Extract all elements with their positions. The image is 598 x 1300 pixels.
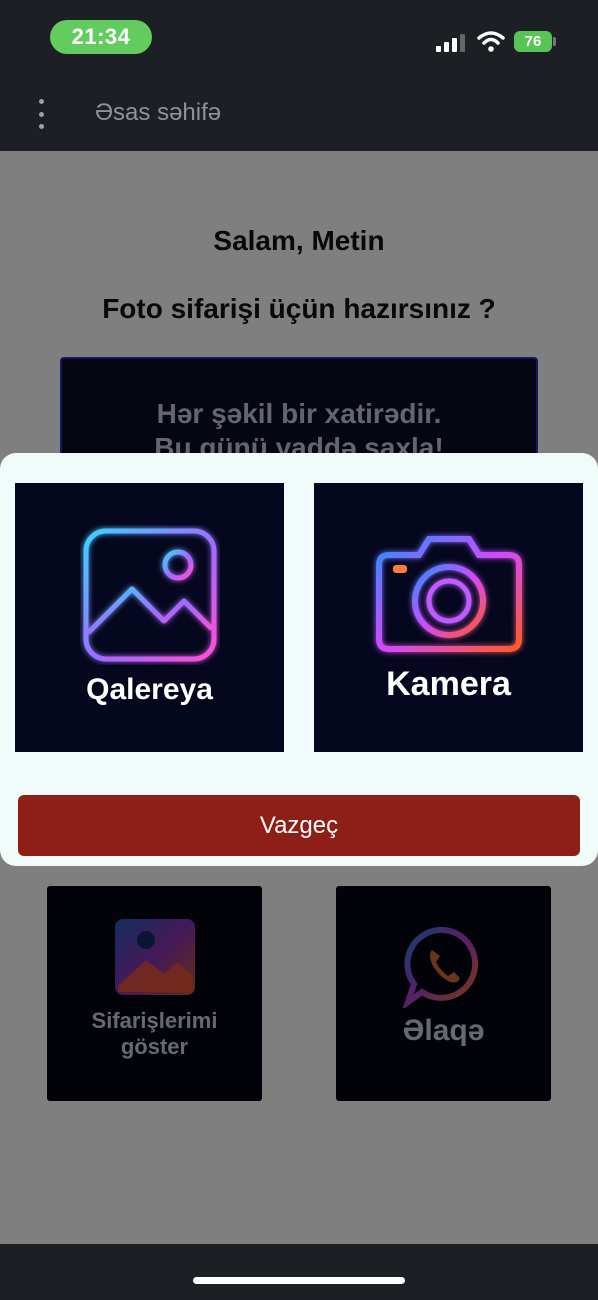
bottom-bar	[0, 1244, 598, 1300]
battery-cap	[553, 37, 556, 46]
cancel-button[interactable]: Vazgeç	[18, 795, 580, 856]
signal-icon	[436, 34, 465, 52]
wifi-icon	[477, 31, 505, 52]
page-title: Əsas səhifə	[95, 99, 222, 126]
image-source-sheet: Qalereya Kamera Vazgeç	[0, 453, 598, 866]
status-time: 21:34	[50, 20, 152, 54]
status-bar: 21:34 76	[0, 0, 598, 75]
battery-icon: 76	[514, 31, 552, 52]
app-bar: Əsas səhifə	[0, 75, 598, 151]
home-indicator[interactable]	[193, 1277, 405, 1284]
camera-icon	[375, 536, 522, 652]
gallery-button[interactable]: Qalereya	[15, 483, 284, 752]
gallery-label: Qalereya	[86, 673, 213, 706]
camera-button[interactable]: Kamera	[314, 483, 583, 752]
gallery-icon	[83, 528, 216, 662]
menu-icon[interactable]	[30, 97, 52, 131]
camera-label: Kamera	[386, 665, 511, 703]
